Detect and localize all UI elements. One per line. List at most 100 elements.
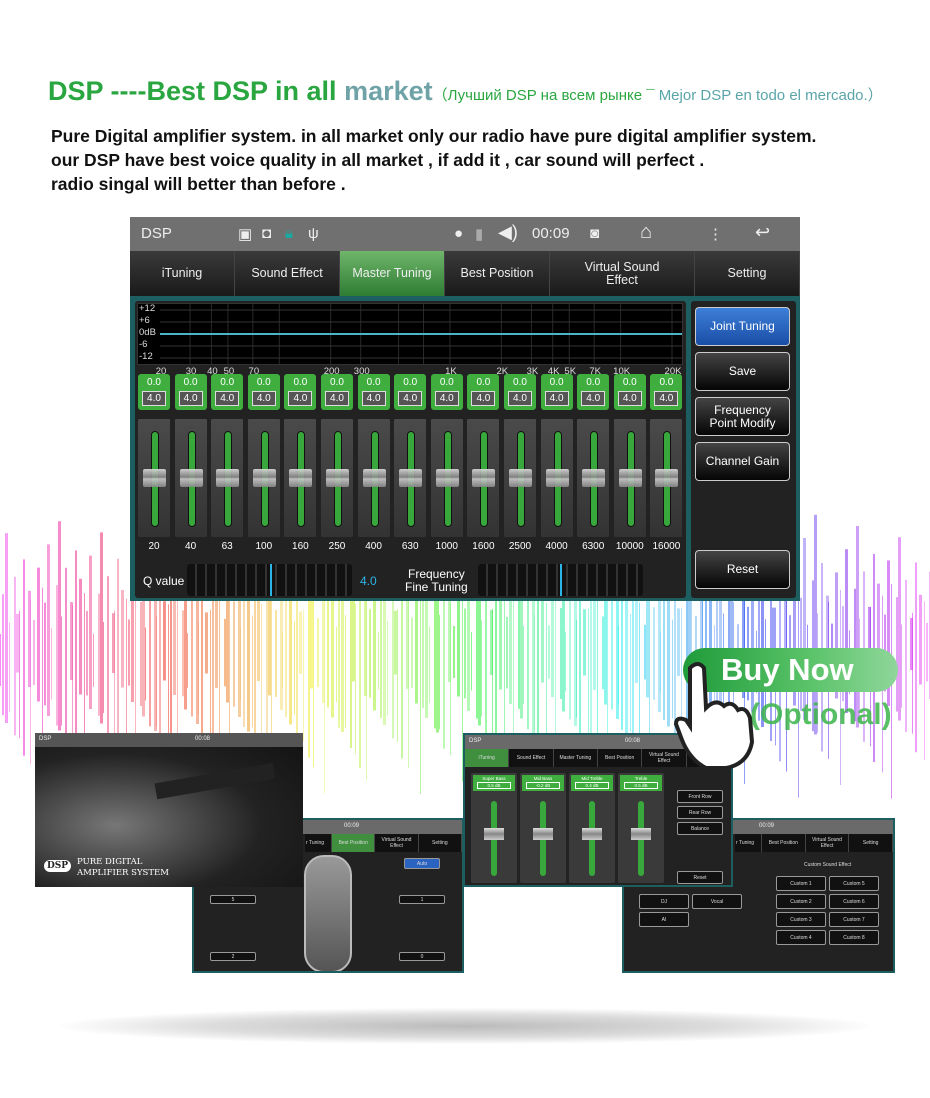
spectrum-bar	[19, 610, 20, 739]
gain-box[interactable]: 0.0 4.0	[138, 374, 170, 410]
spectrum-bar	[336, 626, 337, 703]
band-slider[interactable]	[429, 418, 464, 538]
reset-button[interactable]: Reset	[695, 550, 790, 589]
band-slider[interactable]	[576, 418, 611, 538]
joint-tuning-button[interactable]: Joint Tuning	[695, 307, 790, 346]
tab-tuning[interactable]: r Tuning	[305, 834, 332, 852]
save-button[interactable]: Save	[695, 352, 790, 391]
gain-box[interactable]: 0.0 4.0	[467, 374, 500, 410]
band-slider[interactable]	[137, 418, 171, 538]
tab-virtual-sound-effect[interactable]: Virtual Sound Effect	[806, 834, 850, 852]
gain-box[interactable]: 0.0 4.0	[174, 374, 207, 410]
slider-knob[interactable]	[631, 828, 651, 840]
tab-virtual-sound-effect[interactable]: Virtual Sound Effect	[550, 251, 695, 296]
gain-box[interactable]: 0.0 4.0	[357, 374, 390, 410]
tab-setting[interactable]: Setting	[849, 834, 893, 852]
slider-knob[interactable]	[252, 469, 276, 487]
preset-button[interactable]: Vocal	[692, 894, 742, 909]
slider-knob[interactable]	[655, 469, 679, 487]
back-icon[interactable]: ↩	[755, 222, 770, 243]
custom-preset-button[interactable]: Custom 6	[829, 894, 879, 909]
slider-knob[interactable]	[326, 469, 349, 487]
slider-knob[interactable]	[435, 469, 459, 487]
gain-box[interactable]: 0.0 4.0	[540, 374, 573, 410]
custom-preset-button[interactable]: Custom 2	[776, 894, 826, 909]
slider-knob[interactable]	[545, 469, 569, 487]
tab-master-tuning[interactable]: Master Tuning	[340, 251, 445, 296]
tab-sound-effect[interactable]: Sound Effect	[235, 251, 340, 296]
y-label: -6	[139, 339, 148, 350]
gain-box[interactable]: 0.0 4.0	[577, 374, 610, 410]
band-slider[interactable]	[173, 418, 208, 538]
front-row-button[interactable]: Front Row	[677, 790, 723, 803]
screenshot-icon[interactable]: ◙	[590, 225, 599, 242]
channel-gain-button[interactable]: Channel Gain	[695, 442, 790, 481]
optional-label: (Optional)	[750, 698, 892, 731]
preset-button[interactable]: DJ	[639, 894, 689, 909]
band-slider[interactable]	[466, 418, 501, 538]
preset-button[interactable]: AI	[639, 912, 689, 927]
slider-knob[interactable]	[533, 828, 553, 840]
slider-knob[interactable]	[362, 469, 386, 487]
tab-best-position[interactable]: Best Position	[332, 834, 376, 852]
band-slider[interactable]	[503, 418, 537, 538]
gain-box[interactable]: 0.0 4.0	[430, 374, 463, 410]
gain-box[interactable]: 0.0 4.0	[394, 374, 427, 410]
spectrum-bar	[369, 609, 371, 698]
auto-button[interactable]: Auto	[404, 858, 440, 869]
band-slider[interactable]	[356, 418, 391, 538]
home-icon[interactable]: ⌂	[640, 221, 652, 244]
custom-preset-button[interactable]: Custom 3	[776, 912, 826, 927]
slider-knob[interactable]	[484, 828, 504, 840]
slider-knob[interactable]	[582, 469, 606, 487]
spectrum-bar	[618, 625, 619, 705]
band-frequency-label: 100	[255, 541, 273, 552]
band-slider[interactable]	[539, 418, 574, 538]
slider-knob[interactable]	[472, 469, 496, 487]
frequency-point-modify-button[interactable]: Frequency Point Modify	[695, 397, 790, 436]
band-slider[interactable]	[246, 418, 281, 538]
gain-box[interactable]: 0.0 4.0	[211, 374, 244, 410]
tab-virtual-sound-effect[interactable]: Virtual Sound Effect	[375, 834, 419, 852]
band-slider[interactable]	[210, 418, 245, 538]
slider-knob[interactable]	[143, 469, 166, 487]
band-slider[interactable]	[283, 418, 318, 538]
gain-box[interactable]: 0.0 4.0	[650, 374, 683, 410]
custom-preset-button[interactable]: Custom 7	[829, 912, 879, 927]
custom-preset-button[interactable]: Custom 1	[776, 876, 826, 891]
slider-knob[interactable]	[216, 469, 240, 487]
slider-knob[interactable]	[289, 469, 313, 487]
band-values: 0.0 4.0	[613, 374, 646, 410]
menu-icon[interactable]: ⋮	[708, 225, 723, 243]
slider-knob[interactable]	[179, 469, 203, 487]
gain-box[interactable]: 0.0 4.0	[284, 374, 317, 410]
spectrum-bar	[378, 632, 379, 690]
custom-preset-button[interactable]: Custom 8	[829, 930, 879, 945]
tab-best-position[interactable]: Best Position	[445, 251, 550, 296]
band-slider[interactable]	[612, 418, 647, 538]
no-sim-icon: ▮	[475, 226, 484, 243]
gain-box[interactable]: 0.0 4.0	[613, 374, 646, 410]
slider-knob[interactable]	[399, 469, 423, 487]
rear-row-button[interactable]: Rear Row	[677, 806, 723, 819]
tab-tuning[interactable]: r Tuning	[735, 834, 762, 852]
gain-box[interactable]: 0.0 4.0	[321, 374, 353, 410]
tab-setting[interactable]: Setting	[695, 251, 800, 296]
gain-box[interactable]: 0.0 4.0	[504, 374, 536, 410]
slider-knob[interactable]	[618, 469, 642, 487]
band-slider[interactable]	[320, 418, 354, 538]
custom-preset-button[interactable]: Custom 5	[829, 876, 879, 891]
tab-best-position[interactable]: Best Position	[762, 834, 806, 852]
band-slider[interactable]	[649, 418, 684, 538]
band-slider[interactable]	[393, 418, 428, 538]
frequency-fine-tuning-wheel[interactable]	[478, 564, 643, 596]
gain-box[interactable]: 0.0 4.0	[247, 374, 280, 410]
balance-button[interactable]: Balance	[677, 822, 723, 835]
reset-button[interactable]: Reset	[677, 871, 723, 884]
tab-ituning[interactable]: iTuning	[130, 251, 235, 296]
slider-knob[interactable]	[582, 828, 602, 840]
tab-setting[interactable]: Setting	[419, 834, 462, 852]
slider-knob[interactable]	[509, 469, 532, 487]
q-value-wheel[interactable]	[187, 564, 352, 596]
custom-preset-button[interactable]: Custom 4	[776, 930, 826, 945]
